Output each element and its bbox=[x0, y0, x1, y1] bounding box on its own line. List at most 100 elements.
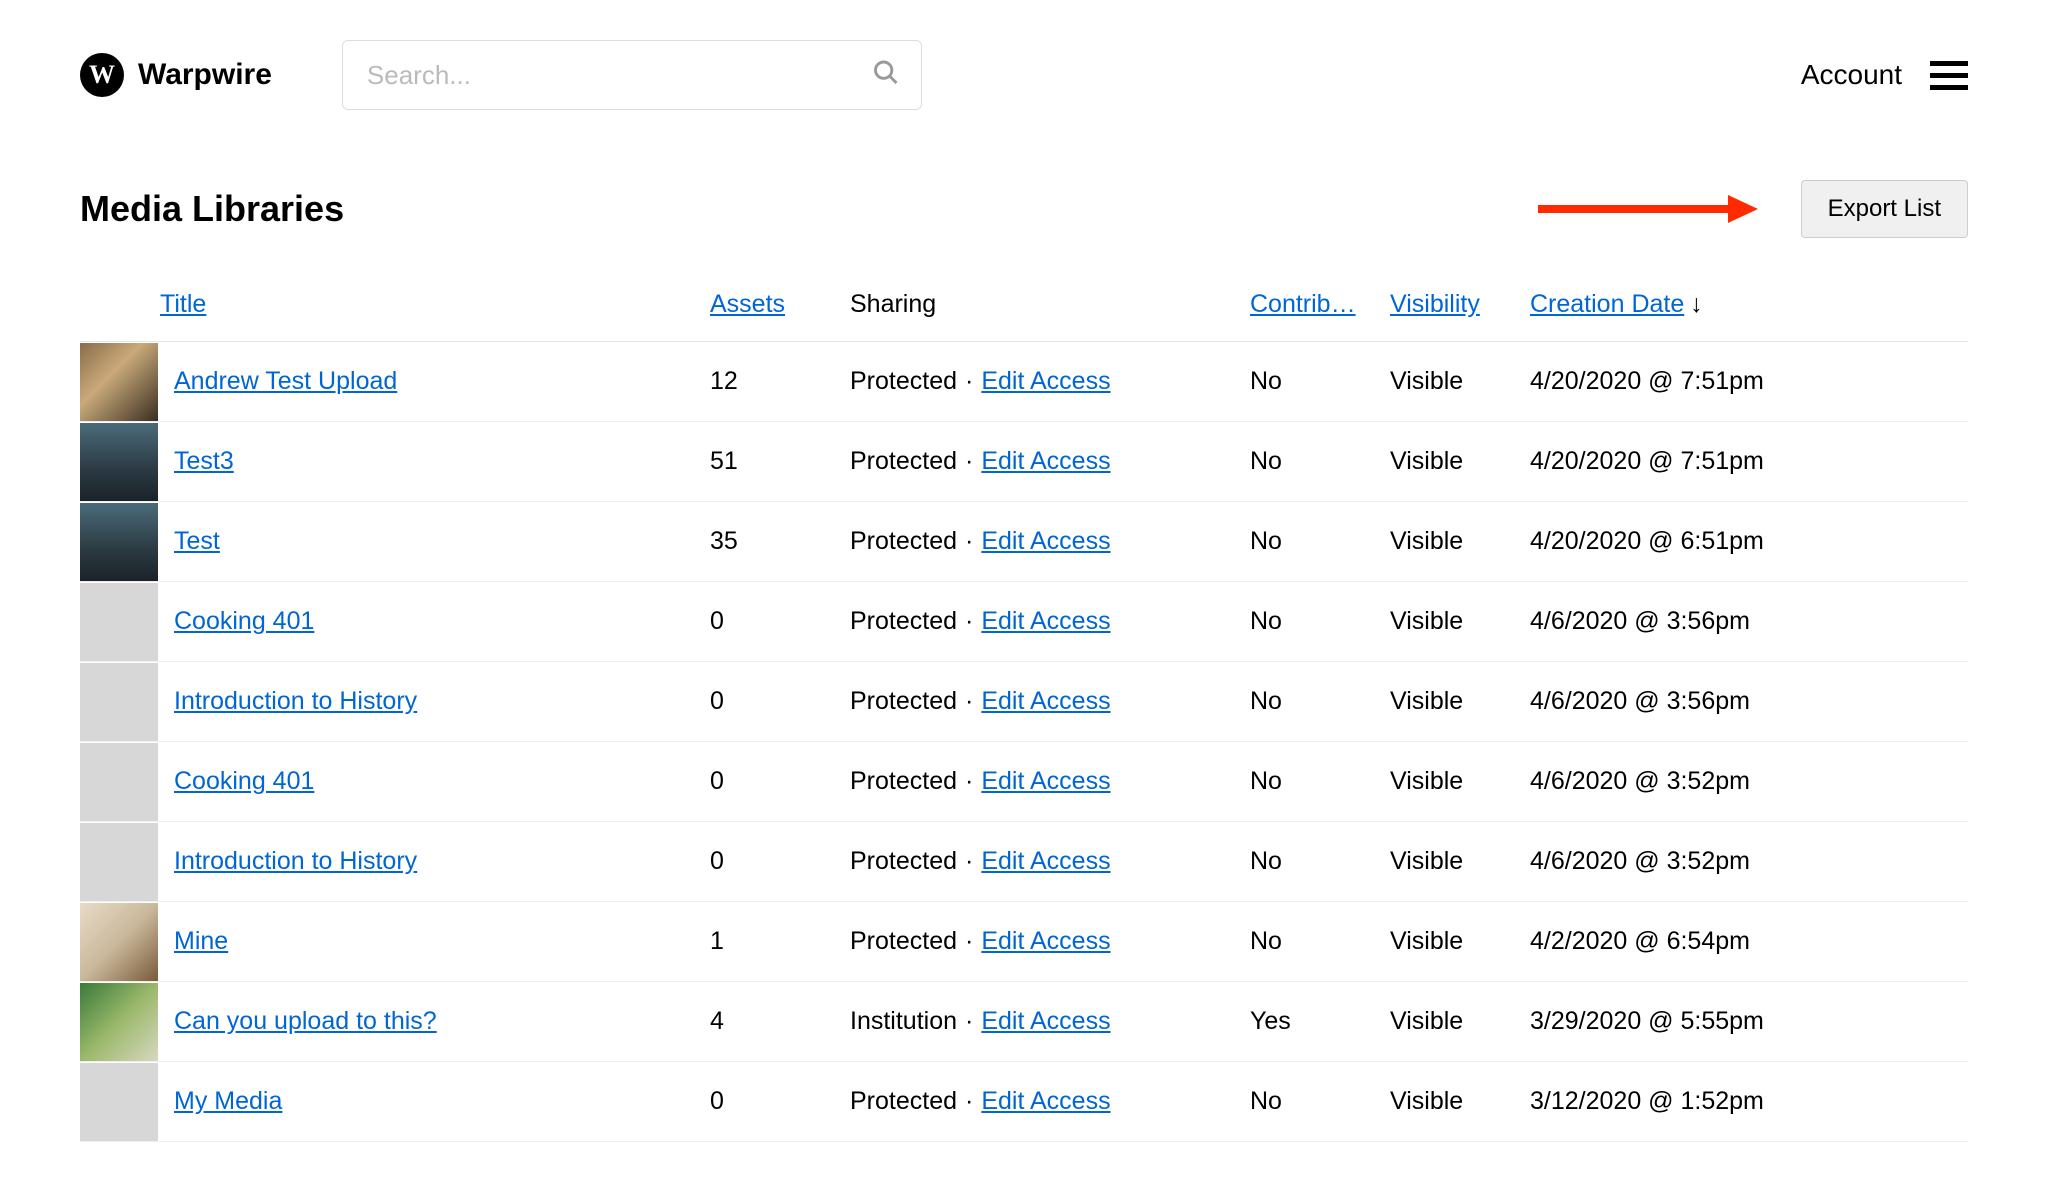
library-title-link[interactable]: My Media bbox=[160, 1087, 282, 1115]
separator: · bbox=[965, 1087, 973, 1116]
sharing-mode: Protected bbox=[850, 687, 957, 716]
visibility-value: Visible bbox=[1390, 847, 1530, 876]
visibility-value: Visible bbox=[1390, 367, 1530, 396]
edit-access-link[interactable]: Edit Access bbox=[981, 607, 1110, 636]
library-title-link[interactable]: Test bbox=[160, 527, 220, 555]
separator: · bbox=[965, 527, 973, 556]
account-link[interactable]: Account bbox=[1801, 59, 1902, 91]
assets-count: 35 bbox=[710, 527, 850, 556]
assets-count: 0 bbox=[710, 607, 850, 636]
column-title[interactable]: Title bbox=[160, 290, 710, 319]
library-thumbnail[interactable] bbox=[80, 1063, 158, 1141]
library-thumbnail[interactable] bbox=[80, 663, 158, 741]
logo-icon: W bbox=[80, 53, 124, 97]
table-body: Andrew Test Upload 12 Protected · Edit Acces… bbox=[80, 342, 1968, 1142]
sharing-cell: Protected · Edit Access bbox=[850, 1087, 1250, 1116]
logo-text: Warpwire bbox=[138, 58, 272, 92]
assets-count: 0 bbox=[710, 847, 850, 876]
arrow-annotation-icon bbox=[1538, 189, 1758, 229]
library-thumbnail[interactable] bbox=[80, 823, 158, 901]
visibility-value: Visible bbox=[1390, 607, 1530, 636]
library-title-link[interactable]: Cooking 401 bbox=[160, 767, 314, 795]
edit-access-link[interactable]: Edit Access bbox=[981, 767, 1110, 796]
edit-access-link[interactable]: Edit Access bbox=[981, 927, 1110, 956]
column-visibility[interactable]: Visibility bbox=[1390, 290, 1530, 319]
contrib-value: No bbox=[1250, 447, 1390, 476]
edit-access-link[interactable]: Edit Access bbox=[981, 447, 1110, 476]
library-title-link[interactable]: Can you upload to this? bbox=[160, 1007, 437, 1035]
column-creation[interactable]: Creation Date↓ bbox=[1530, 290, 1930, 319]
sharing-mode: Protected bbox=[850, 607, 957, 636]
media-libraries-table: Title Assets Sharing Contrib… Visibility… bbox=[80, 278, 1968, 1142]
edit-access-link[interactable]: Edit Access bbox=[981, 1007, 1110, 1036]
table-row: Mine1Protected·Edit AccessNoVisible4/2/2… bbox=[80, 902, 1968, 982]
edit-access-link[interactable]: Edit Access bbox=[981, 1087, 1110, 1116]
sharing-mode: Institution bbox=[850, 1007, 957, 1036]
creation-date: 4/20/2020 @ 7:51pm bbox=[1530, 447, 1930, 476]
column-assets[interactable]: Assets bbox=[710, 290, 850, 319]
table-row: Cooking 401 0Protected·Edit AccessNoVisib… bbox=[80, 582, 1968, 662]
assets-count: 51 bbox=[710, 447, 850, 476]
contrib-value: Yes bbox=[1250, 1007, 1390, 1036]
library-thumbnail[interactable] bbox=[80, 743, 158, 821]
library-title-link[interactable]: Andrew Test Upload bbox=[160, 367, 397, 395]
visibility-value: Visible bbox=[1390, 1007, 1530, 1036]
export-list-button[interactable]: Export List bbox=[1801, 180, 1968, 238]
column-creation-label[interactable]: Creation Date bbox=[1530, 290, 1684, 318]
visibility-value: Visible bbox=[1390, 927, 1530, 956]
library-title-link[interactable]: Mine bbox=[160, 927, 228, 955]
separator: · bbox=[965, 847, 973, 876]
header-right: Account bbox=[1801, 59, 1968, 91]
contrib-value: No bbox=[1250, 607, 1390, 636]
creation-date: 3/12/2020 @ 1:52pm bbox=[1530, 1087, 1930, 1116]
separator: · bbox=[965, 447, 973, 476]
edit-access-link[interactable]: Edit Access bbox=[981, 527, 1110, 556]
page-title: Media Libraries bbox=[80, 188, 344, 230]
sort-descending-icon: ↓ bbox=[1690, 290, 1703, 318]
sharing-mode: Protected bbox=[850, 927, 957, 956]
sharing-cell: Protected·Edit Access bbox=[850, 447, 1250, 476]
library-thumbnail[interactable] bbox=[80, 503, 158, 581]
search-input[interactable] bbox=[342, 40, 922, 110]
edit-access-link[interactable]: Edit Access bbox=[981, 367, 1110, 396]
library-title-link[interactable]: Cooking 401 bbox=[160, 607, 314, 635]
sharing-mode: Protected bbox=[850, 1087, 957, 1116]
library-title-link[interactable]: Introduction to History bbox=[160, 687, 417, 715]
contrib-value: No bbox=[1250, 847, 1390, 876]
edit-access-link[interactable]: Edit Access bbox=[981, 847, 1110, 876]
separator: · bbox=[965, 367, 973, 396]
library-title-link[interactable]: Test3 bbox=[160, 447, 234, 475]
assets-count: 12 bbox=[710, 367, 850, 396]
sharing-mode: Protected bbox=[850, 767, 957, 796]
sharing-cell: Protected·Edit Access bbox=[850, 767, 1250, 796]
creation-date: 4/6/2020 @ 3:52pm bbox=[1530, 767, 1930, 796]
creation-date: 4/20/2020 @ 6:51pm bbox=[1530, 527, 1930, 556]
visibility-value: Visible bbox=[1390, 767, 1530, 796]
table-row: Test35Protected·Edit AccessNoVisible4/20… bbox=[80, 502, 1968, 582]
library-thumbnail[interactable] bbox=[80, 343, 158, 421]
contrib-value: No bbox=[1250, 1087, 1390, 1116]
assets-count: 0 bbox=[710, 1087, 850, 1116]
library-thumbnail[interactable] bbox=[80, 983, 158, 1061]
creation-date: 3/29/2020 @ 5:55pm bbox=[1530, 1007, 1930, 1036]
table-row: Introduction to History0Protected·Edit A… bbox=[80, 662, 1968, 742]
edit-access-link[interactable]: Edit Access bbox=[981, 687, 1110, 716]
sharing-cell: Protected·Edit Access bbox=[850, 367, 1250, 396]
separator: · bbox=[965, 927, 973, 956]
table-row: Can you upload to this?4Institution·Edit… bbox=[80, 982, 1968, 1062]
library-thumbnail[interactable] bbox=[80, 583, 158, 661]
creation-date: 4/6/2020 @ 3:56pm bbox=[1530, 687, 1930, 716]
column-contrib[interactable]: Contrib… bbox=[1250, 290, 1390, 319]
library-thumbnail[interactable] bbox=[80, 903, 158, 981]
sharing-cell: Protected·Edit Access bbox=[850, 607, 1250, 636]
column-sharing: Sharing bbox=[850, 290, 1250, 319]
table-row: Cooking 4010Protected·Edit AccessNoVisib… bbox=[80, 742, 1968, 822]
sharing-cell: Institution·Edit Access bbox=[850, 1007, 1250, 1036]
library-title-link[interactable]: Introduction to History bbox=[160, 847, 417, 875]
visibility-value: Visible bbox=[1390, 527, 1530, 556]
search-icon[interactable] bbox=[872, 59, 900, 92]
menu-icon[interactable] bbox=[1930, 61, 1968, 90]
sharing-cell: Protected · Edit Access bbox=[850, 927, 1250, 956]
logo[interactable]: W Warpwire bbox=[80, 53, 272, 97]
library-thumbnail[interactable] bbox=[80, 423, 158, 501]
